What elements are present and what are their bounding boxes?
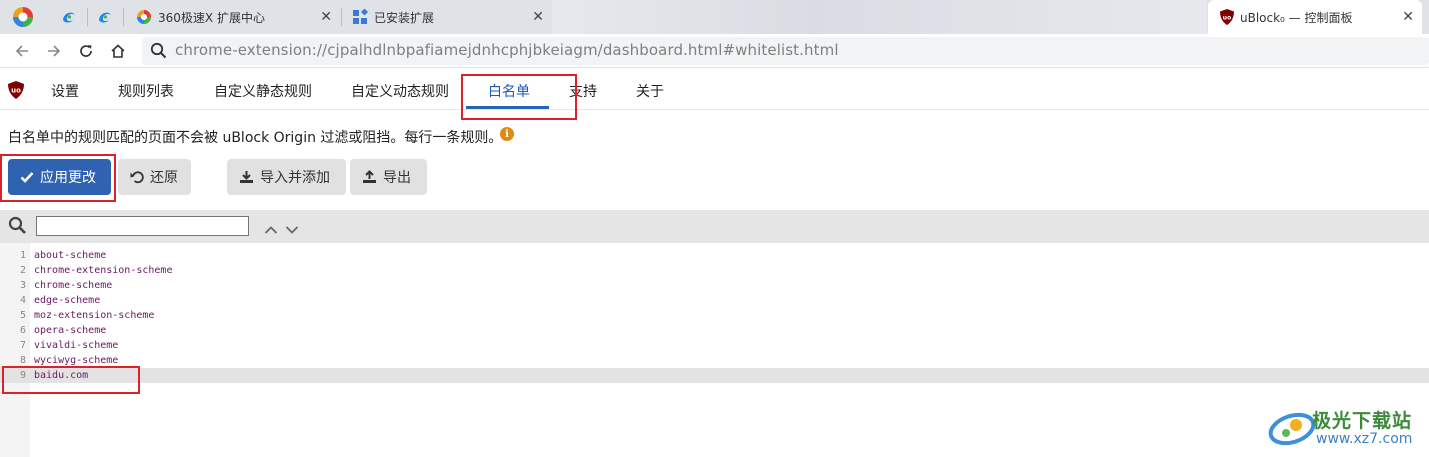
tab-settings[interactable]: 设置 (51, 81, 79, 101)
tab-extension-center[interactable]: 360极速X 扩展中心 ✕ (124, 0, 340, 34)
back-arrow-icon[interactable] (11, 40, 33, 62)
tab-about[interactable]: 关于 (636, 81, 664, 101)
360-logo-icon (137, 10, 151, 24)
reload-icon[interactable] (75, 40, 97, 62)
close-icon[interactable]: ✕ (532, 9, 544, 25)
puzzle-grid-icon (353, 9, 368, 24)
tab-installed-extensions[interactable]: 已安装扩展 ✕ (342, 0, 552, 34)
tab-title: 已安装扩展 (374, 10, 435, 25)
close-icon[interactable]: ✕ (320, 9, 332, 25)
line-number: 1 (19, 250, 26, 261)
tab-2[interactable] (88, 0, 122, 34)
import-and-append-button[interactable]: 导入并添加 (227, 159, 346, 195)
line-number: 5 (19, 310, 26, 321)
annotation-box-new-rule (2, 366, 140, 394)
blurred-tab-area (552, 0, 1207, 34)
forward-arrow-icon[interactable] (43, 40, 65, 62)
revert-button-label: 还原 (150, 170, 178, 186)
ublock-logo-icon: uo (8, 81, 24, 103)
tab-filter-lists[interactable]: 规则列表 (118, 81, 174, 101)
upload-icon (363, 170, 376, 183)
watermark-swirl-icon (1268, 412, 1316, 446)
chevron-up-icon[interactable] (264, 220, 278, 239)
editor-search-bar (0, 210, 1429, 243)
tab-1[interactable] (52, 0, 86, 34)
tab-my-filters[interactable]: 自定义静态规则 (214, 81, 312, 101)
chevron-down-icon[interactable] (285, 220, 299, 239)
undo-icon (130, 171, 144, 184)
download-icon (240, 171, 253, 183)
line-number: 6 (19, 325, 26, 336)
line-text[interactable]: about-scheme (34, 248, 106, 263)
whitelist-editor[interactable] (30, 243, 1429, 457)
browser-logo-icon[interactable] (11, 5, 35, 29)
tab-title: uBlock₀ — 控制面板 (1240, 10, 1353, 25)
search-icon (150, 42, 167, 63)
export-button[interactable]: 导出 (350, 159, 427, 195)
line-text[interactable]: chrome-scheme (34, 278, 112, 293)
annotation-box-apply-button (0, 154, 116, 202)
revert-button[interactable]: 还原 (118, 159, 191, 195)
watermark-title: 极光下载站 (1312, 410, 1413, 432)
tab-ublock-dashboard[interactable]: uo uBlock₀ — 控制面板 ✕ (1208, 0, 1422, 34)
watermark-url: www.xz7.com (1316, 431, 1413, 447)
line-text[interactable]: opera-scheme (34, 323, 106, 338)
export-button-label: 导出 (383, 170, 411, 186)
ublock-shield-icon: uo (1220, 9, 1234, 25)
home-icon[interactable] (107, 40, 129, 62)
svg-text:uo: uo (1223, 15, 1231, 22)
swirl-icon (63, 12, 75, 23)
tab-my-rules[interactable]: 自定义动态规则 (351, 81, 449, 101)
dashboard-nav: uo 设置 规则列表 自定义静态规则 自定义动态规则 白名单 支持 关于 (0, 69, 1429, 110)
line-text[interactable]: moz-extension-scheme (34, 308, 154, 323)
line-text[interactable]: chrome-extension-scheme (34, 263, 172, 278)
active-line-highlight (0, 368, 1429, 383)
line-number: 7 (19, 340, 26, 351)
swirl-icon (99, 12, 111, 23)
svg-text:uo: uo (11, 87, 21, 95)
annotation-box-whitelist-tab (461, 74, 577, 120)
close-icon[interactable]: ✕ (1402, 9, 1414, 25)
line-number: 4 (19, 295, 26, 306)
tab-title: 360极速X 扩展中心 (158, 10, 265, 25)
watermark-logo: 极光下载站 www.xz7.com (1268, 403, 1426, 451)
info-icon[interactable]: i (500, 127, 514, 141)
url-text[interactable]: chrome-extension://cjpalhdlnbpafiamejdnh… (175, 41, 839, 59)
line-text[interactable]: edge-scheme (34, 293, 100, 308)
search-input[interactable] (36, 216, 249, 236)
import-button-label: 导入并添加 (260, 170, 330, 186)
search-icon (8, 216, 27, 239)
line-text[interactable]: vivaldi-scheme (34, 338, 118, 353)
whitelist-description: 白名单中的规则匹配的页面不会被 uBlock Origin 过滤或阻挡。每行一条… (8, 130, 503, 146)
line-number: 2 (19, 265, 26, 276)
line-number: 3 (19, 280, 26, 291)
browser-tabstrip: 360极速X 扩展中心 ✕ 已安装扩展 ✕ uo uBlock₀ — 控制面板 … (0, 0, 1429, 34)
